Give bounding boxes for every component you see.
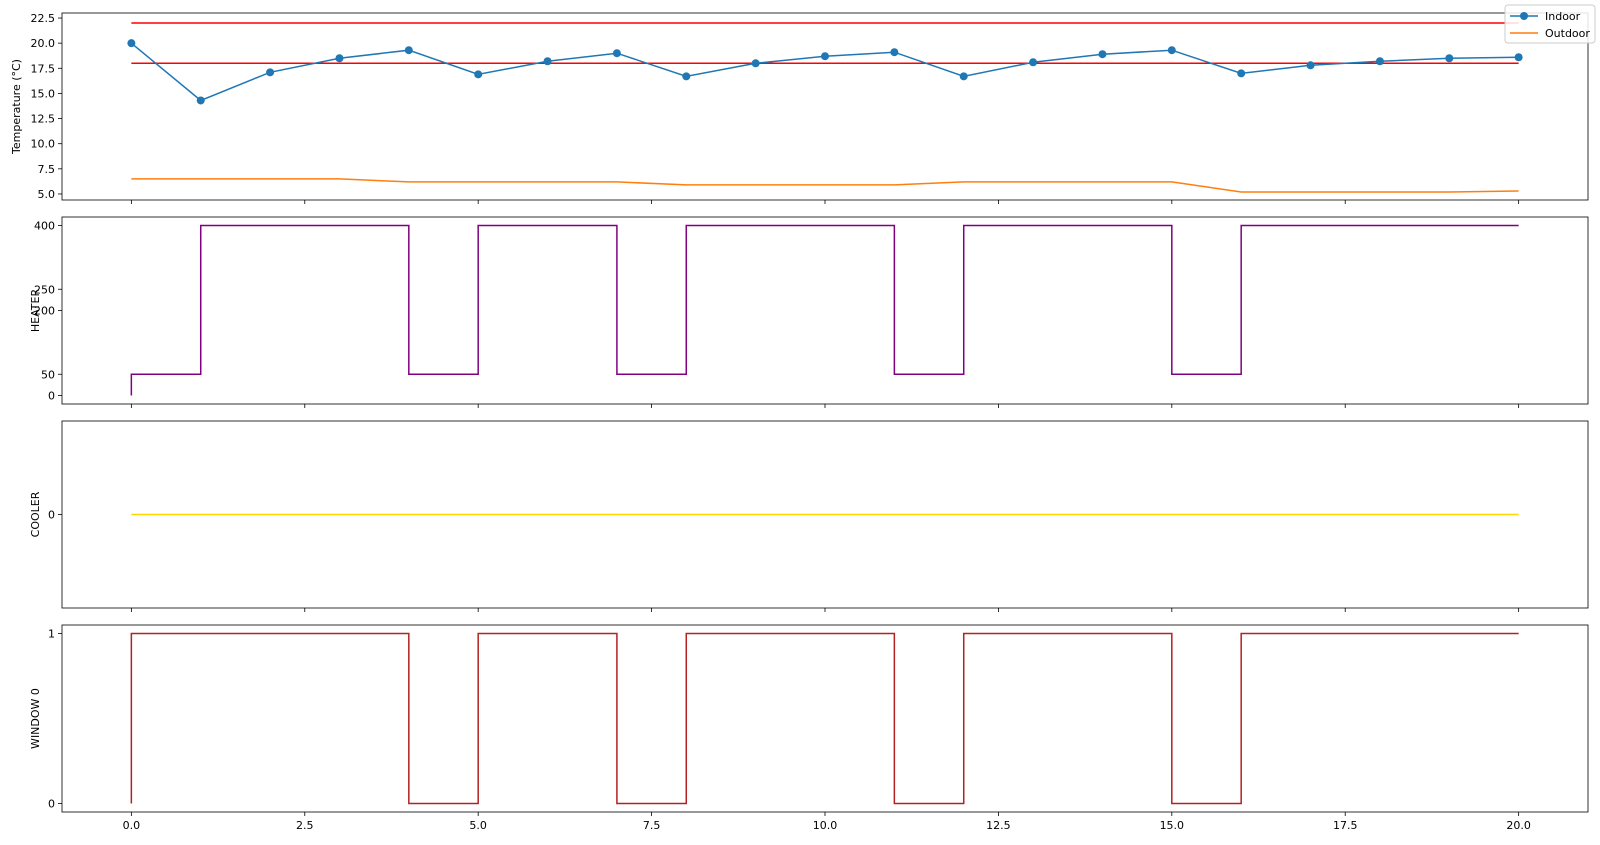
y-tick-label: 50 — [41, 368, 55, 381]
y-tick-label: 1 — [48, 628, 55, 641]
indoor-point-15 — [1167, 46, 1176, 55]
y-tick-label: 7.5 — [38, 163, 56, 176]
y-axis-label: WINDOW 0 — [29, 688, 42, 749]
indoor-point-10 — [821, 52, 829, 61]
outdoor-line — [131, 178, 1519, 193]
y-tick-label: 0 — [48, 390, 55, 403]
indoor-point-16 — [1237, 69, 1246, 78]
y-tick-label: 20.0 — [31, 37, 56, 50]
axes-frame — [61, 216, 1589, 405]
indoor-point-9 — [751, 59, 760, 68]
indoor-point-0 — [127, 39, 136, 48]
series-1-line — [130, 632, 1519, 805]
legend: Indoor Outdoor — [1504, 4, 1596, 44]
x-tick-label: 2.5 — [296, 819, 314, 832]
y-tick-label: 15.0 — [31, 87, 56, 100]
indoor-point-12 — [959, 72, 968, 81]
axes-frame — [61, 624, 1589, 813]
indoor-point-11 — [890, 48, 899, 57]
x-tick-label: 12.5 — [986, 819, 1011, 832]
y-tick-label: 17.5 — [31, 62, 56, 75]
indoor-point-5 — [474, 70, 483, 79]
y-tick-label: 22.5 — [31, 12, 56, 25]
indoor-point-4 — [404, 46, 413, 55]
figure: 5.07.510.012.515.017.520.022.5Temperatur… — [10, 4, 1596, 832]
x-tick-label: 15.0 — [1160, 819, 1185, 832]
y-tick-label: 12.5 — [31, 113, 56, 126]
series-1-line — [130, 224, 1519, 396]
indoor-point-14 — [1098, 50, 1107, 59]
indoor-line — [130, 42, 1519, 102]
chart-panel-3: 0 COOLER — [29, 420, 1589, 612]
legend-label-outdoor: Outdoor — [1545, 27, 1590, 40]
chart-panel-1: 5.0 7.5 10.0 12.5 15.0 17.5 20.0 22.5 Temperatur… — [10, 4, 1596, 204]
indoor-point-3 — [335, 54, 344, 63]
indoor-point-8 — [682, 72, 691, 81]
axes-frame — [61, 12, 1589, 201]
chart-panel-4: 0.0 2.5 5.0 7.5 10.0 12.5 15.0 17.5 20.0 0 1 WINDOW… — [29, 624, 1589, 832]
legend-label-indoor: Indoor — [1545, 10, 1581, 23]
indoor-point-20 — [1514, 53, 1523, 62]
indoor-point-1 — [196, 96, 205, 105]
y-tick-label: 0 — [48, 798, 55, 811]
chart-panel-2: 050200250400HEATER — [29, 216, 1589, 408]
indoor-point-7 — [612, 49, 621, 58]
indoor-point-13 — [1029, 58, 1038, 67]
indoor-point-19 — [1445, 54, 1454, 63]
x-tick-label: 5.0 — [469, 819, 487, 832]
y-axis-label: Temperature (°C) — [10, 59, 23, 155]
plot-area — [130, 632, 1519, 805]
y-tick-label: 0 — [48, 509, 55, 522]
indoor-point-18 — [1375, 57, 1384, 66]
y-tick-label: 10.0 — [31, 138, 56, 151]
indoor-point-6 — [543, 57, 552, 66]
y-tick-label: 400 — [34, 220, 55, 233]
indoor-point-17 — [1306, 61, 1315, 70]
x-tick-label: 0.0 — [123, 819, 141, 832]
x-tick-label: 20.0 — [1506, 819, 1531, 832]
legend-marker-indoor — [1520, 12, 1528, 20]
x-tick-label: 17.5 — [1333, 819, 1358, 832]
indoor-point-2 — [266, 68, 275, 77]
plot-area — [127, 22, 1523, 193]
x-tick-label: 10.0 — [813, 819, 838, 832]
plot-area — [130, 224, 1519, 396]
y-tick-label: 5.0 — [38, 188, 56, 201]
y-axis-label: COOLER — [29, 491, 42, 537]
y-axis-label: HEATER — [29, 289, 42, 333]
x-tick-label: 7.5 — [643, 819, 661, 832]
